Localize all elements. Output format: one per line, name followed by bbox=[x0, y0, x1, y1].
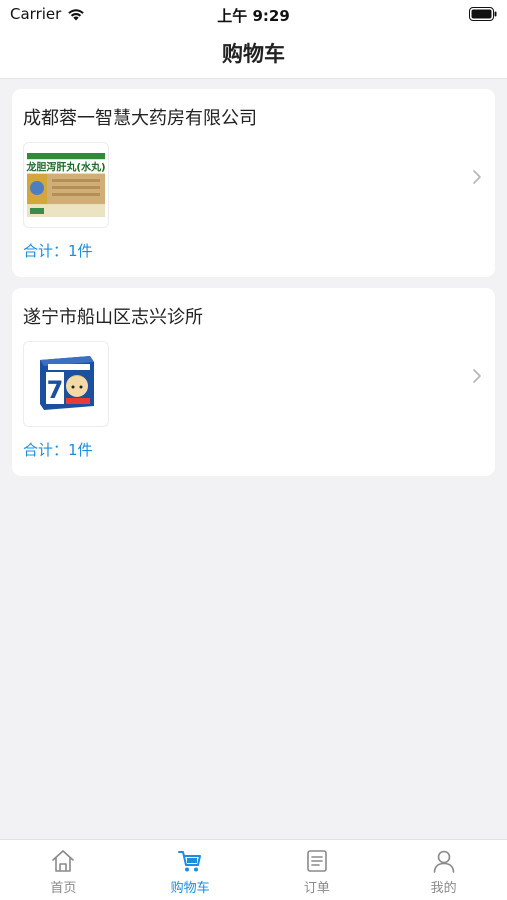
status-time: 上午 9:29 bbox=[217, 7, 290, 25]
tab-label: 首页 bbox=[50, 881, 77, 896]
product-thumbnail[interactable]: 龙胆泻肝丸(水丸) bbox=[23, 142, 109, 228]
profile-icon bbox=[433, 850, 454, 873]
tab-label: 我的 bbox=[430, 881, 457, 896]
tab-profile[interactable]: 我的 bbox=[380, 840, 507, 900]
bottom-tab-bar: 首页 购物车 订单 我的 bbox=[0, 839, 507, 900]
tab-orders[interactable]: 订单 bbox=[254, 840, 381, 900]
store-name: 成都蓉一智慧大药房有限公司 bbox=[23, 108, 257, 129]
cart-screen: Carrier 上午 9:29 购物车 成都蓉一智慧大药房有限公司 龙胆泻肝丸(… bbox=[0, 0, 507, 900]
product-box-text: 7 bbox=[47, 376, 64, 404]
store-name: 遂宁市船山区志兴诊所 bbox=[23, 307, 203, 328]
medicine-box-image: 7 bbox=[24, 342, 108, 426]
store-card[interactable]: 遂宁市船山区志兴诊所 7 合计：1件 bbox=[12, 288, 495, 476]
order-list-icon bbox=[307, 850, 327, 872]
store-card[interactable]: 成都蓉一智慧大药房有限公司 龙胆泻肝丸(水丸) 合计：1件 bbox=[12, 89, 495, 277]
chevron-right-icon[interactable] bbox=[472, 368, 482, 384]
item-count-total: 合计：1件 bbox=[23, 441, 93, 459]
cart-icon bbox=[178, 851, 202, 872]
status-bar: Carrier 上午 9:29 bbox=[0, 0, 507, 30]
medicine-box-image: 龙胆泻肝丸(水丸) bbox=[24, 143, 108, 227]
chevron-right-icon[interactable] bbox=[472, 169, 482, 185]
home-icon bbox=[52, 850, 75, 872]
battery-icon bbox=[469, 7, 497, 21]
tab-home[interactable]: 首页 bbox=[0, 840, 127, 900]
tab-label: 订单 bbox=[303, 881, 330, 896]
page-title: 购物车 bbox=[222, 42, 285, 66]
product-thumbnail[interactable]: 7 bbox=[23, 341, 109, 427]
item-count-total: 合计：1件 bbox=[23, 242, 93, 260]
tab-cart[interactable]: 购物车 bbox=[127, 840, 254, 900]
tab-label: 购物车 bbox=[170, 881, 210, 896]
navigation-bar: 购物车 bbox=[0, 30, 507, 79]
cart-store-list: 成都蓉一智慧大药房有限公司 龙胆泻肝丸(水丸) 合计：1件 遂宁市船山区志兴诊所… bbox=[12, 89, 495, 487]
product-box-text: 龙胆泻肝丸(水丸) bbox=[25, 161, 105, 174]
